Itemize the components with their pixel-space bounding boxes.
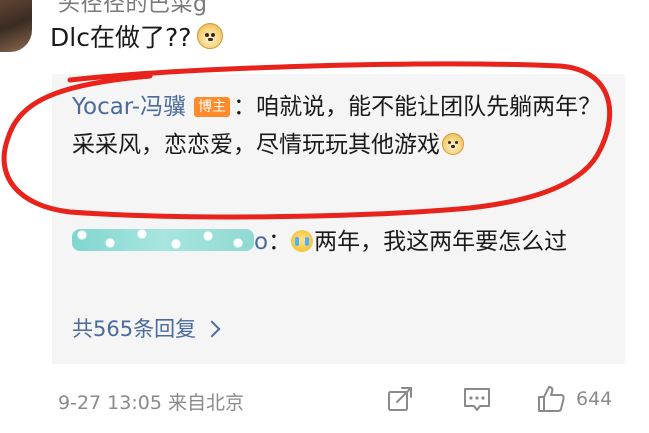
reply-item-user[interactable]: o： 两年，我这两年要怎么过 [72, 222, 612, 262]
chevron-right-icon [203, 320, 221, 337]
avatar[interactable] [0, 0, 32, 52]
comment-button[interactable] [462, 384, 492, 414]
like-button[interactable]: 644 [536, 384, 612, 414]
comment-meta: 9-27 13:05 来自北京 [58, 392, 244, 414]
thumbs-up-icon [538, 386, 565, 412]
share-button[interactable] [385, 384, 415, 414]
reply-separator: ： [268, 229, 292, 255]
blogger-badge: 博主 [194, 97, 231, 117]
like-count: 644 [576, 388, 613, 410]
view-all-replies-link[interactable]: 共565条回复 [72, 313, 221, 343]
reply-count-label: 共565条回复 [72, 317, 197, 341]
reply-author-name-tail[interactable]: o [254, 229, 268, 255]
comment-text: Dlc在做了?? [50, 23, 192, 52]
reply-author-name[interactable]: Yocar-冯骥 [72, 94, 186, 120]
comment-author-name[interactable]: 头径径的巴菜g [58, 0, 207, 18]
doge-emoji-icon [442, 133, 464, 155]
reply-text: 两年，我这两年要怎么过 [314, 229, 568, 255]
weibo-comment-screen: 头径径的巴菜g Dlc在做了?? Yocar-冯骥 博主 ：咱就说，能不能让团队先躺… [0, 0, 649, 433]
blurred-username [72, 229, 254, 251]
reply-separator: ： [233, 94, 257, 120]
comment-body: Dlc在做了?? [50, 18, 224, 54]
comment-icon [464, 388, 490, 411]
crying-emoji-icon [291, 230, 314, 252]
reply-item-blogger[interactable]: Yocar-冯骥 博主 ：咱就说，能不能让团队先躺两年？采采风，恋恋爱，尽情玩玩其他… [72, 88, 602, 164]
doge-emoji-icon [197, 23, 224, 49]
share-icon [388, 387, 412, 411]
